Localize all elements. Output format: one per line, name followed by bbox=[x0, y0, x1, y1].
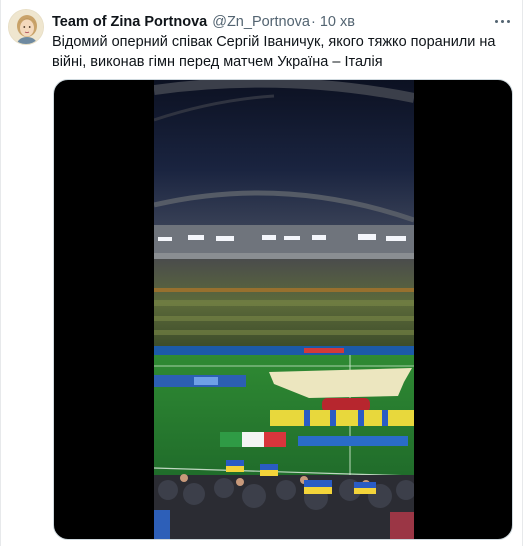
author-handle[interactable]: @Zn_Portnova bbox=[212, 13, 310, 31]
stadium-scene bbox=[154, 80, 414, 539]
author-avatar[interactable] bbox=[8, 9, 44, 45]
author-display-name[interactable]: Team of Zina Portnova bbox=[52, 13, 207, 31]
tweet-timestamp[interactable]: 10 хв bbox=[320, 13, 355, 31]
tweet-text: Відомий оперний співак Сергій Іваничук, … bbox=[52, 34, 496, 70]
header-separator: · bbox=[310, 14, 316, 30]
avatar-portrait-icon bbox=[9, 10, 43, 44]
tweet-header: Team of Zina Portnova @Zn_Portnova · 10 … bbox=[52, 13, 355, 31]
more-options-icon[interactable] bbox=[492, 14, 512, 28]
tweet-media-video[interactable] bbox=[53, 79, 513, 540]
video-frame[interactable] bbox=[154, 80, 414, 539]
tweet-card[interactable]: Team of Zina Portnova @Zn_Portnova · 10 … bbox=[0, 0, 523, 546]
